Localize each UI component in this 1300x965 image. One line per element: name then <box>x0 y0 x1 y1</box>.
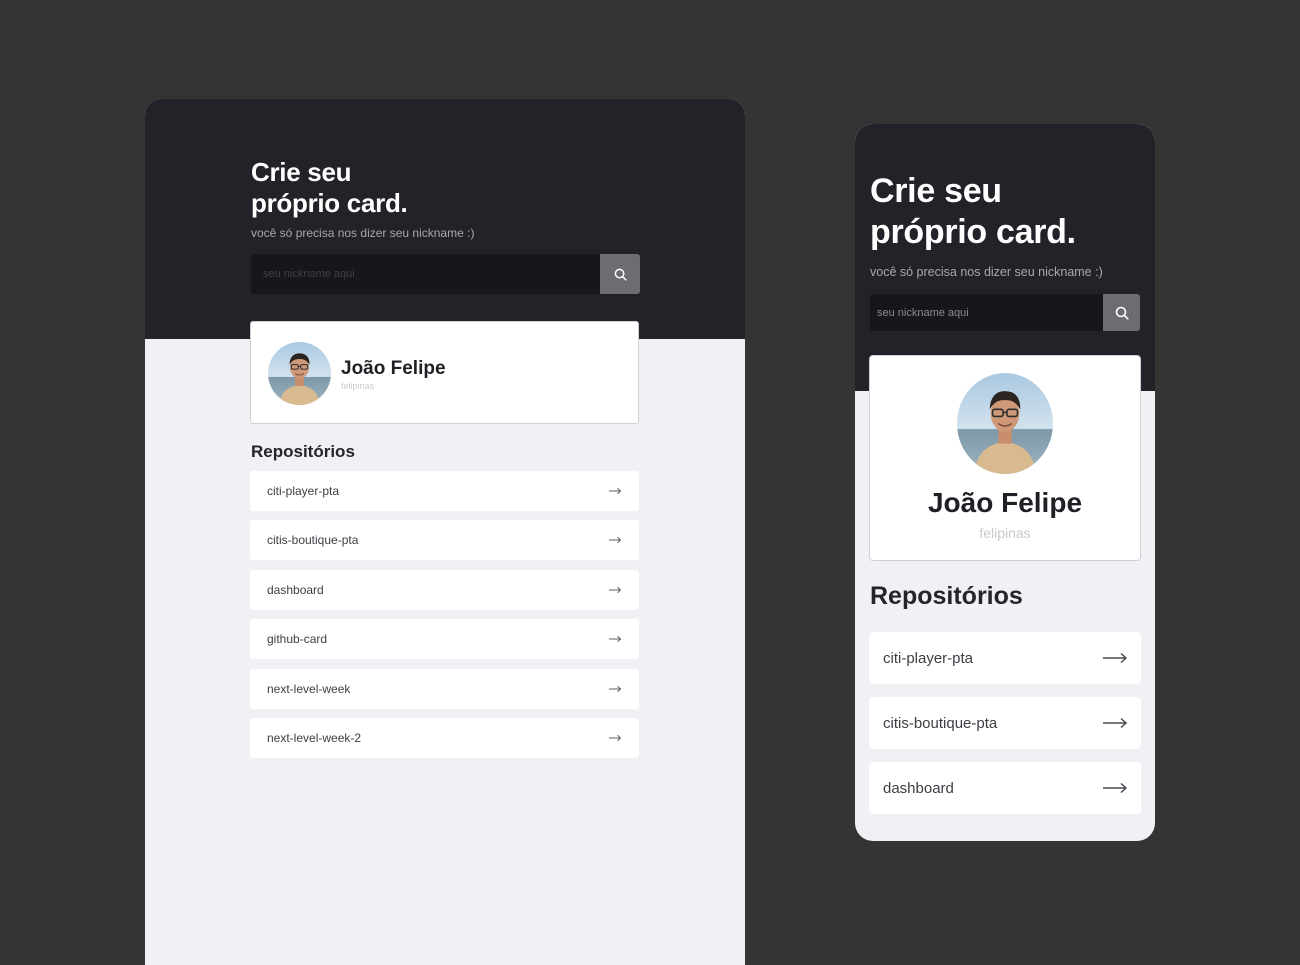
repository-item[interactable]: github-card <box>250 619 639 660</box>
repository-name: github-card <box>267 632 328 647</box>
profile-username: felipinas <box>979 525 1031 541</box>
repository-item[interactable]: next-level-week-2 <box>250 717 639 758</box>
repository-item[interactable]: dashboard <box>250 569 639 610</box>
arrow-right-icon <box>609 537 622 544</box>
avatar-photo <box>957 373 1053 474</box>
avatar <box>957 373 1053 474</box>
arrow-right-icon <box>609 636 622 643</box>
repository-list: citi-player-pta citis-boutique-pta dashb… <box>869 632 1141 827</box>
arrow-right-icon <box>609 586 622 593</box>
page-subtitle: você só precisa nos dizer seu nickname :… <box>251 226 475 240</box>
repositories-heading: Repositórios <box>251 442 355 461</box>
repository-item[interactable]: dashboard <box>869 762 1141 814</box>
repository-item[interactable]: citi-player-pta <box>250 471 639 511</box>
page-subtitle: você só precisa nos dizer seu nickname :… <box>870 265 1103 279</box>
repository-name: dashboard <box>267 582 324 597</box>
search-icon <box>614 268 627 281</box>
profile-card: João Felipe felipinas <box>869 355 1141 561</box>
profile-card: João Felipe felipinas <box>250 321 639 424</box>
profile-name: João Felipe <box>927 487 1083 518</box>
title-line-1: Crie seu <box>870 172 1002 210</box>
arrow-right-icon <box>609 685 622 692</box>
hero-section <box>855 124 1155 391</box>
mobile-frame: Crie seu próprio card. você só precisa n… <box>855 124 1155 841</box>
avatar-photo <box>268 342 331 405</box>
title-line-2: próprio card. <box>251 188 408 218</box>
repository-item[interactable]: citis-boutique-pta <box>250 520 639 561</box>
repository-name: citi-player-pta <box>267 484 340 498</box>
search-bar <box>251 254 640 294</box>
search-bar <box>870 294 1140 331</box>
repository-name: next-level-week-2 <box>267 730 362 745</box>
arrow-right-icon <box>1103 782 1128 794</box>
repositories-heading: Repositórios <box>870 582 1023 610</box>
page-title: Crie seu próprio card. <box>870 171 1076 253</box>
repository-item[interactable]: citi-player-pta <box>869 632 1141 684</box>
page-title: Crie seu próprio card. <box>251 157 408 219</box>
title-line-2: próprio card. <box>870 213 1076 251</box>
search-button[interactable] <box>1103 294 1140 331</box>
repository-item[interactable]: next-level-week <box>250 668 639 709</box>
arrow-right-icon <box>609 734 622 742</box>
desktop-frame: Crie seu próprio card. você só precisa n… <box>145 99 745 965</box>
arrow-right-icon <box>1103 652 1128 664</box>
profile-username: felipinas <box>341 381 375 391</box>
search-button[interactable] <box>600 254 640 294</box>
avatar <box>268 342 331 405</box>
nickname-input[interactable] <box>251 254 600 294</box>
profile-name: João Felipe <box>341 358 446 379</box>
search-icon <box>1115 306 1129 320</box>
arrow-right-icon <box>609 487 622 495</box>
repository-name: citis-boutique-pta <box>883 714 998 732</box>
repository-item[interactable]: citis-boutique-pta <box>869 697 1141 749</box>
repository-list: citi-player-pta citis-boutique-pta dashb… <box>250 471 639 767</box>
repository-name: dashboard <box>883 779 954 797</box>
title-line-1: Crie seu <box>251 157 352 187</box>
repository-name: next-level-week <box>267 681 351 696</box>
repository-name: citis-boutique-pta <box>267 533 359 548</box>
repository-name: citi-player-pta <box>883 649 974 667</box>
nickname-input[interactable] <box>870 294 1103 331</box>
hero-section <box>145 99 745 339</box>
arrow-right-icon <box>1103 717 1128 729</box>
